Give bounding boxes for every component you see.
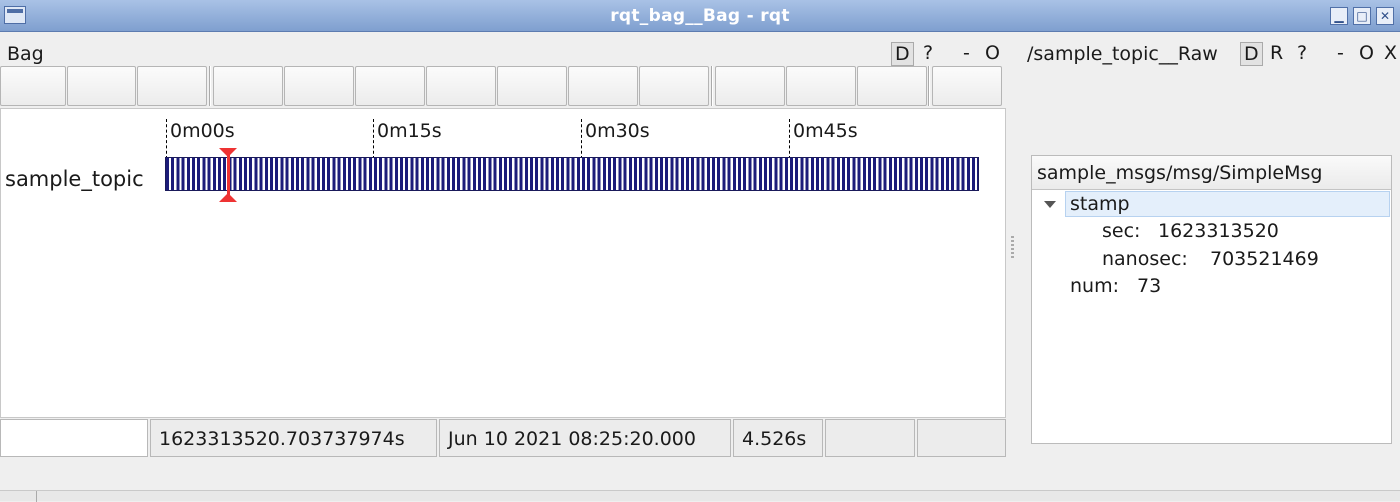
toolbar-separator [209,66,211,106]
tree-item-nanosec-value: 703521469 [1210,248,1319,270]
bag-dock-title: Bag [7,43,44,65]
bottom-grip[interactable] [36,491,37,502]
tick-label: 0m00s [170,120,235,142]
tick-line [166,119,167,159]
tree-item-stamp[interactable]: stamp [1070,193,1130,215]
tree-item-sec-value: 1623313520 [1158,220,1279,242]
play-button[interactable] [213,66,283,106]
zoom-in-button[interactable] [786,66,856,106]
message-type-header[interactable]: sample_msgs/msg/SimpleMsg [1032,156,1391,190]
message-tree[interactable]: sample_msgs/msg/SimpleMsg stamp sec: 162… [1031,155,1392,444]
tick-line [373,119,374,159]
raw-view-minimize-button[interactable]: - [1337,42,1344,64]
status-empty [825,419,915,457]
tick-line [789,119,790,159]
window-title: rqt_bag__Bag - rqt [610,6,790,26]
raw-view-d-button[interactable]: D [1240,42,1263,66]
bag-dock-d-button[interactable]: D [891,42,914,66]
tree-item-nanosec-label[interactable]: nanosec: [1102,248,1188,270]
pause-button[interactable] [497,66,567,106]
playhead-top-arrow-icon[interactable] [219,148,237,157]
window-bottom-strip [0,490,1400,502]
minimize-window-icon[interactable]: ▁ [1330,7,1348,25]
zoom-out-button[interactable] [857,66,927,106]
bag-toolbar [0,66,1003,106]
status-date: Jun 10 2021 08:25:20.000 [439,419,731,457]
maximize-window-icon[interactable]: □ [1353,7,1371,25]
raw-view-float-button[interactable]: O [1359,42,1374,64]
topic-message-bar[interactable] [165,157,979,191]
dock-splitter-handle[interactable] [1011,236,1014,260]
tree-item-sec-label[interactable]: sec: [1102,220,1140,242]
bag-dock-minimize-button[interactable]: - [963,42,970,64]
fast-forward-button[interactable] [568,66,638,106]
raw-view-r-button[interactable]: R [1270,42,1283,64]
faster-button[interactable] [284,66,354,106]
raw-view-close-button[interactable]: X [1384,42,1397,64]
go-to-end-button[interactable] [715,66,785,106]
save-bag-button[interactable] [67,66,136,106]
playhead-bottom-arrow-icon[interactable] [219,193,237,202]
status-input[interactable] [0,419,148,457]
rewind-button[interactable] [426,66,496,106]
tree-item-num-label[interactable]: num: [1070,275,1119,297]
tree-item-num-value: 73 [1137,275,1162,297]
toolbar-separator [928,66,930,106]
load-bag-button[interactable] [0,66,66,106]
record-bag-button[interactable] [137,66,207,106]
bag-dock-float-button[interactable]: O [985,42,1000,64]
status-empty [917,419,1006,457]
tick-label: 0m30s [585,120,650,142]
status-timestamp: 1623313520.703737974s [150,419,437,457]
expand-arrow-icon[interactable] [1044,201,1056,208]
bag-timeline[interactable]: 0m00s 0m15s 0m30s 0m45s sample_topic [0,108,1006,418]
toolbar-separator [711,66,713,106]
tick-line [581,119,582,159]
window-titlebar: rqt_bag__Bag - rqt ▁ □ ✕ [0,0,1400,32]
close-window-icon[interactable]: ✕ [1376,7,1394,25]
tick-label: 0m45s [793,120,858,142]
topic-label[interactable]: sample_topic [5,167,144,191]
bag-dock-help-button[interactable]: ? [923,42,933,64]
raw-view-help-button[interactable]: ? [1297,42,1307,64]
go-to-start-button[interactable] [639,66,709,106]
tick-label: 0m15s [377,120,442,142]
slower-button[interactable] [355,66,425,106]
raw-view-dock-title: /sample_topic__Raw [1027,43,1218,65]
thumbnails-button[interactable] [932,66,1002,106]
status-elapsed: 4.526s [733,419,823,457]
